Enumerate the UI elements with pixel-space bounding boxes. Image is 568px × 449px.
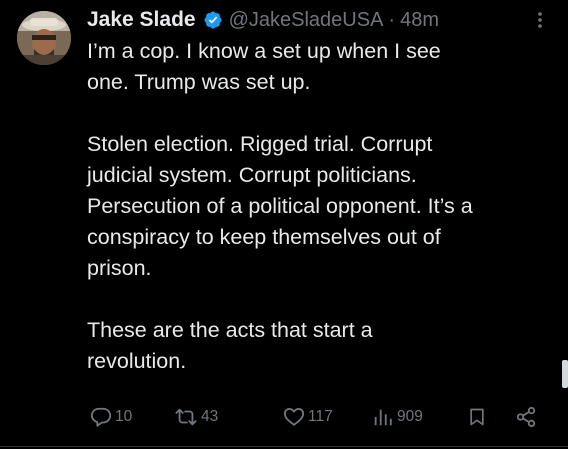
views-icon — [372, 406, 394, 428]
share-button[interactable] — [515, 404, 537, 430]
display-name[interactable]: Jake Slade — [87, 8, 196, 32]
bookmark-button[interactable] — [467, 404, 487, 430]
timestamp[interactable]: 48m — [400, 9, 439, 32]
avatar[interactable] — [17, 11, 71, 65]
tweet-text: I’m a cop. I know a set up when I see on… — [87, 36, 557, 377]
tweet-paragraph: These are the acts that start a revoluti… — [87, 318, 373, 373]
verified-badge-icon[interactable] — [203, 10, 223, 30]
divider — [0, 446, 568, 447]
bookmark-icon — [467, 406, 487, 428]
repost-icon — [174, 406, 198, 428]
tweet[interactable]: Jake Slade @JakeSladeUSA · 48m I’m a cop… — [0, 0, 568, 449]
tweet-paragraph: Stolen election. Rigged trial. Corrupt j… — [87, 132, 473, 280]
reply-button[interactable]: 10 — [90, 404, 132, 430]
like-button[interactable]: 117 — [283, 404, 333, 430]
tweet-header: Jake Slade @JakeSladeUSA · 48m — [87, 7, 439, 33]
like-count: 117 — [308, 408, 333, 425]
scrollbar-thumb[interactable] — [562, 360, 568, 388]
tweet-paragraph: I’m a cop. I know a set up when I see on… — [87, 39, 441, 94]
views-button[interactable]: 909 — [372, 404, 423, 430]
repost-count: 43 — [201, 408, 219, 425]
reply-count: 10 — [115, 408, 133, 425]
share-icon — [515, 406, 537, 428]
action-bar: 10 43 117 909 — [87, 404, 547, 430]
like-icon — [283, 406, 305, 428]
user-handle[interactable]: @JakeSladeUSA — [229, 9, 384, 32]
reply-icon — [90, 406, 112, 428]
separator-dot: · — [388, 8, 396, 31]
repost-button[interactable]: 43 — [174, 404, 218, 430]
more-options-icon[interactable] — [530, 8, 550, 32]
views-count: 909 — [397, 408, 423, 425]
